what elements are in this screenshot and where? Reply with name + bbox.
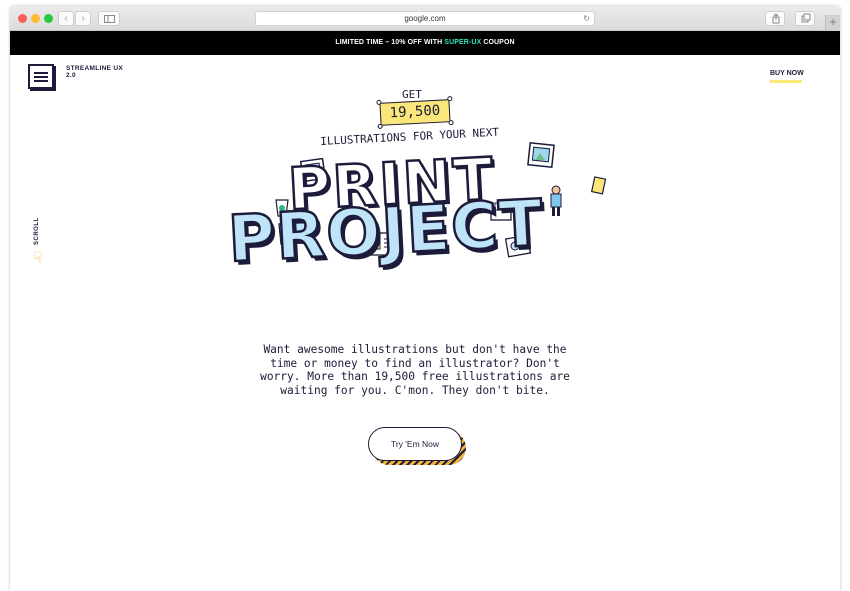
coupon-code: SUPER-UX xyxy=(444,39,482,46)
reload-icon[interactable]: ↻ xyxy=(583,12,590,25)
browser-window: ‹ › google.com ↻ + LIMITED TIME – 10% OF… xyxy=(10,6,840,591)
logo-text[interactable]: STREAMLINE UX 2.0 xyxy=(66,65,146,79)
share-icon[interactable] xyxy=(765,11,785,26)
cup-illustration xyxy=(590,176,607,195)
hero-count: 19,500 xyxy=(389,102,441,122)
zoom-window-button[interactable] xyxy=(44,14,53,23)
address-bar[interactable]: google.com ↻ xyxy=(255,11,595,26)
tabs-icon[interactable] xyxy=(795,11,815,26)
person-illustration xyxy=(550,185,562,216)
minimize-window-button[interactable] xyxy=(31,14,40,23)
forward-icon[interactable]: › xyxy=(75,11,91,26)
promo-banner: LIMITED TIME – 10% OFF WITH SUPER-UX COU… xyxy=(10,31,840,55)
close-window-button[interactable] xyxy=(18,14,27,23)
pointing-hand-icon: ☟ xyxy=(33,250,43,267)
back-icon[interactable]: ‹ xyxy=(58,11,74,26)
buy-now-underline xyxy=(770,80,802,83)
sidebar-icon[interactable] xyxy=(98,11,120,26)
url-text: google.com xyxy=(404,14,446,23)
new-tab-icon[interactable]: + xyxy=(825,15,840,31)
hero-get-text: GET xyxy=(402,88,422,101)
menu-logo-icon[interactable] xyxy=(28,64,54,89)
photo-frame-illustration xyxy=(527,141,555,169)
promo-text: LIMITED TIME – 10% OFF WITH xyxy=(335,39,445,46)
logo-line2: 2.0 xyxy=(66,72,76,79)
try-em-now-button[interactable]: Try 'Em Now xyxy=(368,427,462,461)
logo-line1: STREAMLINE UX xyxy=(66,65,123,72)
buy-now-link[interactable]: BUY NOW xyxy=(770,70,804,77)
browser-titlebar: ‹ › google.com ↻ + xyxy=(10,6,840,31)
hero-description: Want awesome illustrations but don't hav… xyxy=(260,343,570,397)
hero-count-badge: 19,500 xyxy=(376,96,454,129)
scroll-label: SCROLL xyxy=(34,217,40,245)
promo-suffix: COUPON xyxy=(481,39,515,46)
